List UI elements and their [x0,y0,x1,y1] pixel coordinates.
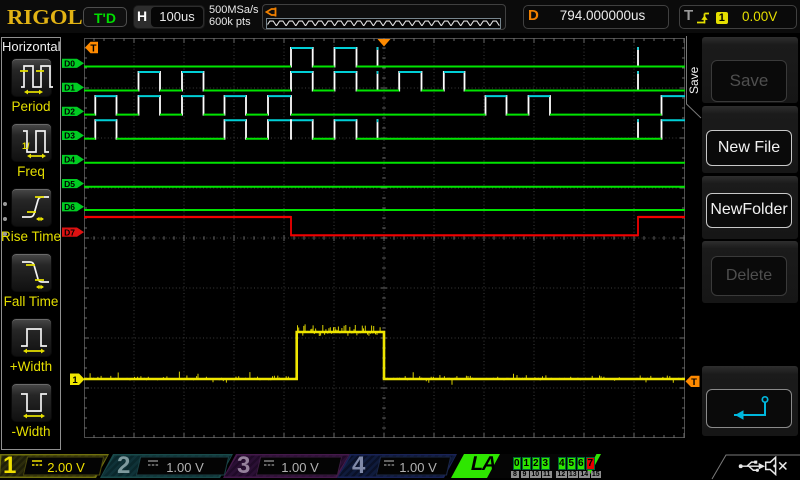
svg-text:D1: D1 [64,83,75,93]
svg-text:D5: D5 [64,179,75,189]
svg-text:D4: D4 [64,155,75,165]
svg-text:D7: D7 [64,227,75,237]
svg-text:D6: D6 [64,202,75,212]
svg-text:T: T [90,43,96,54]
svg-text:D0: D0 [64,59,75,69]
svg-text:1: 1 [72,375,78,386]
svg-text:D3: D3 [64,131,75,141]
svg-text:T: T [691,377,697,388]
svg-text:D2: D2 [64,107,75,117]
